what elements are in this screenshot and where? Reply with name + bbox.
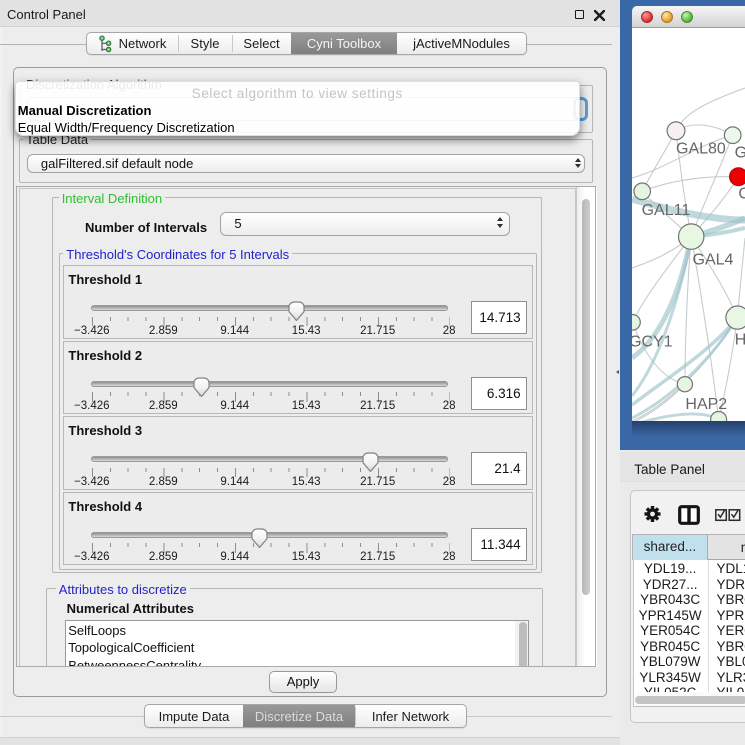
svg-text:HAP2: HAP2 (685, 396, 727, 413)
svg-text:GCY1: GCY1 (632, 334, 673, 351)
svg-text:GAL80: GAL80 (676, 141, 726, 158)
svg-text:GAL11: GAL11 (642, 202, 691, 219)
svg-text:CC: CC (738, 185, 745, 202)
svg-text:H: H (735, 332, 745, 349)
svg-text:GA: GA (735, 145, 745, 162)
svg-text:GAL4: GAL4 (693, 252, 734, 269)
